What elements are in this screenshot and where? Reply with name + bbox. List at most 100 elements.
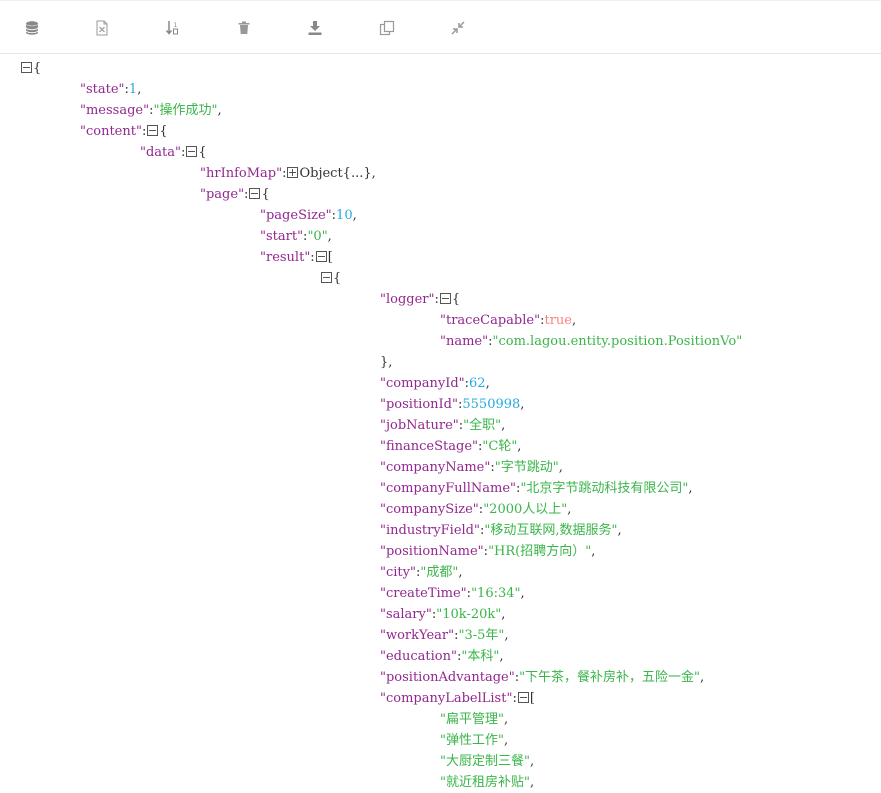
- json-line-jobnature: "jobNature":"全职",: [380, 418, 506, 433]
- json-line-logger: "logger":{: [380, 292, 461, 307]
- json-key: "city": [380, 565, 416, 580]
- collapsed-object: Object{...},: [299, 166, 376, 181]
- json-line-tracecapable: "traceCapable":true,: [440, 313, 577, 328]
- json-key: "companyName": [380, 460, 491, 475]
- json-line-createtime: "createTime":"16:34",: [380, 586, 525, 601]
- json-value: "下午茶，餐补房补，五险一金": [519, 670, 701, 685]
- collapse-toggle[interactable]: [249, 188, 261, 199]
- json-value: "HR(招聘方向）": [488, 544, 592, 559]
- json-line-financestage: "financeStage":"C轮",: [380, 439, 522, 454]
- json-value: "2000人以上": [483, 502, 568, 517]
- json-line-workyear: "workYear":"3-5年",: [380, 628, 509, 643]
- json-line-education: "education":"本科",: [380, 649, 504, 664]
- json-line-start: "start":"0",: [260, 229, 332, 244]
- json-value: 62: [469, 376, 486, 391]
- json-value: "com.lagou.entity.position.PositionVo": [492, 334, 743, 349]
- excel-icon[interactable]: [89, 15, 115, 41]
- json-line-salary: "salary":"10k-20k",: [380, 607, 506, 622]
- json-line-name: "name":"com.lagou.entity.position.Positi…: [440, 334, 743, 349]
- json-line-page: "page":{: [200, 187, 270, 202]
- json-value: "3-5年": [458, 628, 505, 643]
- json-key: "traceCapable": [440, 313, 541, 328]
- json-key: "content": [80, 124, 142, 139]
- json-root-line: {: [20, 58, 41, 79]
- svg-text:1: 1: [174, 22, 178, 29]
- json-line-positionadvantage: "positionAdvantage":"下午茶，餐补房补，五险一金",: [380, 670, 705, 685]
- json-value: "操作成功": [153, 103, 218, 118]
- json-key: "financeStage": [380, 439, 478, 454]
- json-key: "positionAdvantage": [380, 670, 515, 685]
- collapse-toggle[interactable]: [517, 692, 529, 703]
- json-key: "positionId": [380, 397, 458, 412]
- toolbar: 1: [0, 0, 881, 54]
- collapse-toggle[interactable]: [21, 62, 32, 73]
- json-line-city: "city":"成都",: [380, 565, 463, 580]
- collapse-toggle[interactable]: [147, 125, 159, 136]
- json-key: "education": [380, 649, 457, 664]
- json-value: 1: [128, 82, 138, 97]
- json-value: "字节跳动": [494, 460, 559, 475]
- json-key: "data": [140, 145, 182, 160]
- json-value: "成都": [420, 565, 459, 580]
- json-line-companyname: "companyName":"字节跳动",: [380, 460, 563, 475]
- json-array-item: "弹性工作",: [440, 733, 509, 748]
- json-line-content: "content":{: [80, 124, 168, 139]
- json-key: "pageSize": [260, 208, 332, 223]
- json-key: "jobNature": [380, 418, 459, 433]
- collapse-toggle[interactable]: [315, 251, 327, 262]
- download-icon[interactable]: [302, 15, 328, 41]
- collapse-toggle[interactable]: [439, 293, 451, 304]
- json-key: "salary": [380, 607, 432, 622]
- json-value: "10k-20k": [436, 607, 502, 622]
- json-key: "hrInfoMap": [200, 166, 283, 181]
- json-key: "industryField": [380, 523, 480, 538]
- json-value: "北京字节跳动科技有限公司": [520, 481, 689, 496]
- expand-toggle[interactable]: [287, 167, 299, 178]
- json-key: "logger": [380, 292, 435, 307]
- json-key: "companyLabelList": [380, 691, 513, 706]
- json-line-hrinfomap: "hrInfoMap": Object{...},: [200, 166, 376, 181]
- json-line-companylabellist: "companyLabelList":[: [380, 691, 535, 706]
- json-key: "state": [80, 82, 125, 97]
- json-line-companysize: "companySize":"2000人以上",: [380, 502, 572, 517]
- json-value: "16:34": [471, 586, 521, 601]
- json-key: "page": [200, 187, 245, 202]
- trash-icon[interactable]: [231, 15, 257, 41]
- database-icon[interactable]: [19, 15, 45, 41]
- json-line-positionid: "positionId":5550998,: [380, 397, 525, 412]
- json-line-state: "state":1,: [80, 82, 142, 97]
- json-key: "createTime": [380, 586, 467, 601]
- json-value: "移动互联网,数据服务": [484, 523, 618, 538]
- json-key: "message": [80, 103, 150, 118]
- json-value: "本科": [461, 649, 500, 664]
- json-line-positionname: "positionName":"HR(招聘方向）",: [380, 544, 596, 559]
- json-value: 10: [336, 208, 353, 223]
- json-key: "positionName": [380, 544, 484, 559]
- json-line-result: "result":[: [260, 250, 333, 265]
- json-line-result-item: {: [320, 268, 341, 289]
- json-value: 5550998: [462, 397, 521, 412]
- json-value: "C轮": [482, 439, 518, 454]
- json-key: "result": [260, 250, 311, 265]
- json-key: "start": [260, 229, 304, 244]
- json-key: "name": [440, 334, 489, 349]
- json-line-industryfield: "industryField":"移动互联网,数据服务",: [380, 523, 622, 538]
- json-array-item: "大厨定制三餐",: [440, 754, 535, 769]
- json-line-logger-close: },: [380, 355, 393, 370]
- json-value: "全职": [463, 418, 502, 433]
- json-line-message: "message":"操作成功",: [80, 103, 222, 118]
- json-key: "companyId": [380, 376, 465, 391]
- collapse-toggle[interactable]: [321, 272, 332, 283]
- json-value: true: [544, 313, 572, 328]
- sort-icon[interactable]: 1: [160, 15, 186, 41]
- collapse-icon[interactable]: [445, 15, 471, 41]
- json-value: "0": [307, 229, 328, 244]
- json-line-companyid: "companyId":62,: [380, 376, 490, 391]
- json-key: "companySize": [380, 502, 479, 517]
- json-line-companyfullname: "companyFullName":"北京字节跳动科技有限公司",: [380, 481, 693, 496]
- json-line-data: "data":{: [140, 145, 207, 160]
- collapse-toggle[interactable]: [186, 146, 198, 157]
- json-array-item: "扁平管理",: [440, 712, 509, 727]
- copy-icon[interactable]: [374, 15, 400, 41]
- json-key: "workYear": [380, 628, 455, 643]
